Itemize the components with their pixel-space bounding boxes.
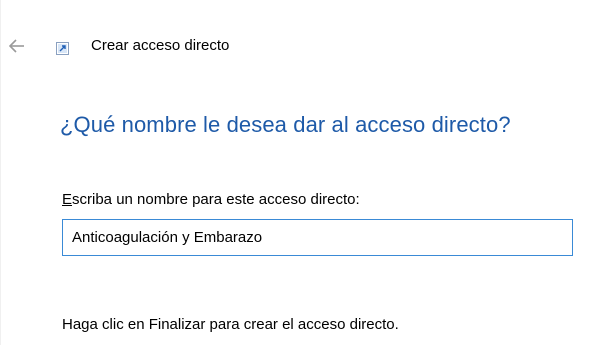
arrow-left-icon [9,39,24,53]
window-title: Crear acceso directo [91,37,230,54]
access-key-letter: E [62,191,73,208]
page-heading: ¿Qué nombre le desea dar al acceso direc… [60,112,511,137]
wizard-header: Crear acceso directo [0,30,609,62]
name-field-label: Escriba un nombre para este acceso direc… [62,191,360,208]
shortcut-name-input[interactable] [62,219,573,256]
back-button[interactable] [6,36,28,56]
shortcut-icon [56,42,69,55]
name-field-label-text: scriba un nombre para este acceso direct… [72,191,360,208]
finish-instruction: Haga clic en Finalizar para crear el acc… [62,316,399,333]
